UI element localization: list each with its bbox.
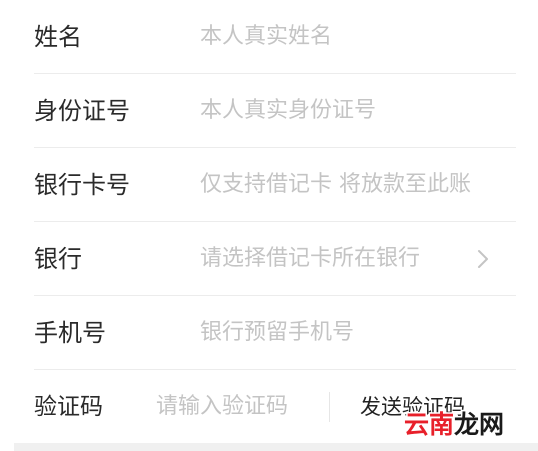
watermark-logo: 云南 龙网 [403,409,506,441]
bank-select[interactable]: 请选择借记卡所在银行 [200,222,420,296]
name-label: 姓名 [34,23,82,51]
card-number-input[interactable]: 仅支持借记卡 将放款至此账 [200,148,471,222]
phone-row: 手机号 银行预留手机号 [34,296,516,370]
phone-label: 手机号 [34,319,106,347]
phone-input[interactable]: 银行预留手机号 [200,296,354,370]
svg-text:龙网: 龙网 [454,410,504,439]
bank-select-row[interactable]: 银行 请选择借记卡所在银行 [34,222,516,296]
bottom-separator [14,443,538,451]
card-number-row: 银行卡号 仅支持借记卡 将放款至此账 [34,148,516,222]
vertical-divider [329,392,330,422]
chevron-right-icon [478,250,488,268]
svg-text:云南: 云南 [404,410,454,439]
bank-card-form: 姓名 本人真实姓名 身份证号 本人真实身份证号 银行卡号 仅支持借记卡 将放款至… [0,0,538,444]
verification-code-label: 验证码 [34,394,103,420]
id-number-row: 身份证号 本人真实身份证号 [34,74,516,148]
bank-label: 银行 [34,245,82,273]
id-number-label: 身份证号 [34,97,130,125]
name-input[interactable]: 本人真实姓名 [200,0,332,74]
id-number-input[interactable]: 本人真实身份证号 [200,74,376,148]
verification-code-input[interactable]: 请输入验证码 [156,370,288,444]
name-row: 姓名 本人真实姓名 [34,0,516,74]
card-number-label: 银行卡号 [34,171,130,199]
